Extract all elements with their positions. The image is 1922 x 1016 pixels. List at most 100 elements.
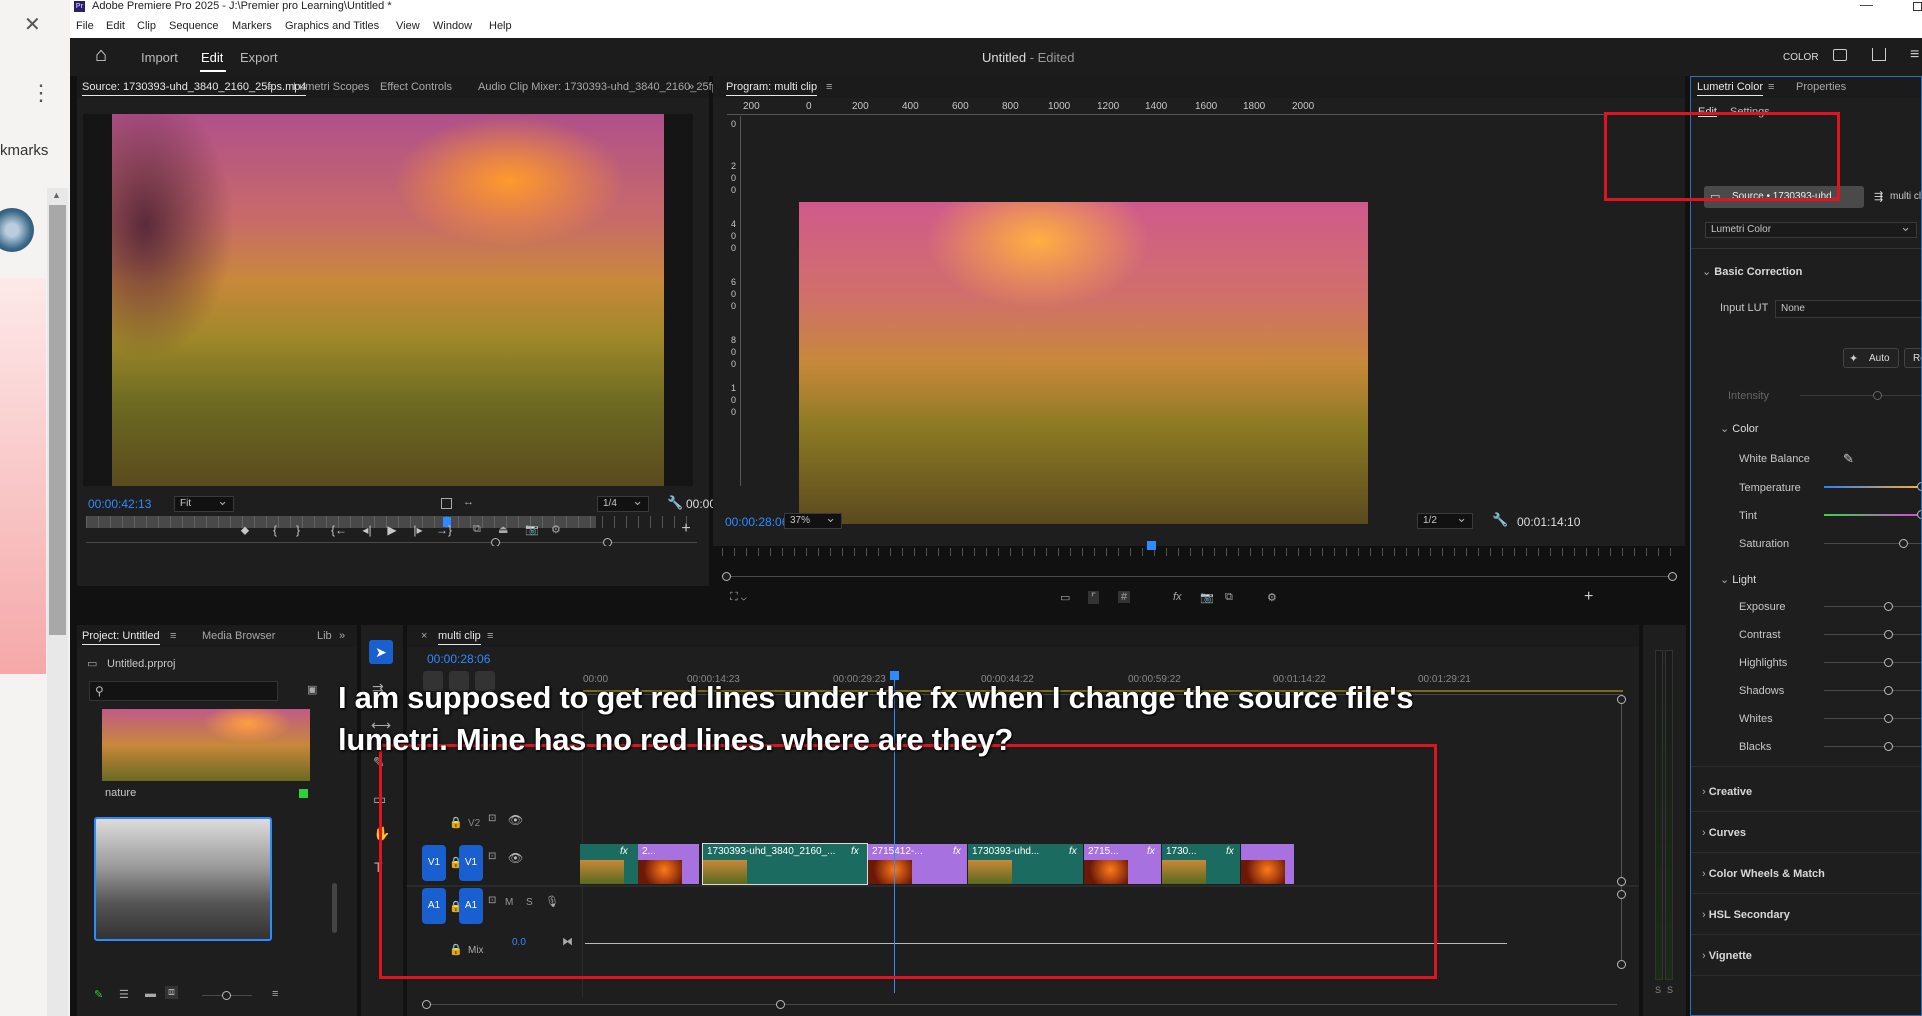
list-view-icon[interactable]: ☰ [119, 988, 129, 1001]
timeline-vscroll-handle[interactable] [1617, 695, 1626, 704]
highlights-knob[interactable] [1884, 658, 1893, 667]
tab-program[interactable]: Program: multi clip [726, 76, 818, 98]
source-settings-icon[interactable]: 🔧 [667, 495, 683, 511]
tab-lumetri-color[interactable]: Lumetri Color [1697, 76, 1764, 98]
clip-fx-badge[interactable]: fx [851, 845, 859, 859]
a1-track-target[interactable]: A1 [459, 888, 483, 924]
home-icon[interactable]: ⌂ [95, 44, 107, 67]
clip-v1-1[interactable]: fx [580, 844, 638, 884]
project-menu-icon[interactable]: ≡ [170, 625, 176, 647]
scroll-thumb[interactable] [49, 205, 66, 635]
button-editor-icon[interactable]: ⚙ [551, 523, 561, 536]
program-timeline-ruler[interactable] [722, 548, 1677, 556]
tab-properties[interactable]: Properties [1796, 76, 1846, 98]
whites-slider[interactable] [1824, 718, 1922, 719]
timeline-zoom-right-handle[interactable] [776, 1000, 785, 1009]
menu-clip[interactable]: Clip [137, 20, 156, 32]
hsl-secondary-section[interactable]: › HSL Secondary [1702, 909, 1790, 921]
scroll-up-icon[interactable]: ▲ [52, 190, 61, 200]
profile-avatar[interactable] [0, 208, 34, 252]
a1-mic-icon[interactable]: 🎙 [545, 895, 559, 908]
add-button[interactable]: + [678, 521, 694, 537]
tab-media-browser[interactable]: Media Browser [202, 625, 275, 647]
source-timecode[interactable]: 00:00:42:13 [88, 497, 151, 511]
hand-tool-icon[interactable]: ✋ [373, 825, 390, 842]
exposure-knob[interactable] [1884, 602, 1893, 611]
program-playhead[interactable] [1147, 541, 1156, 550]
menu-graphics[interactable]: Graphics and Titles [285, 20, 379, 32]
timeline-timecode[interactable]: 00:00:28:06 [427, 652, 490, 666]
a1-sync-icon[interactable]: ⊡ [488, 895, 496, 906]
program-settings-icon[interactable]: 🔧 [1492, 512, 1508, 528]
export-frame-icon[interactable]: 📷 [525, 523, 539, 536]
mix-volume-value[interactable]: 0.0 [512, 937, 526, 948]
meter-solo-right[interactable]: S [1667, 985, 1673, 995]
fx-toggle-icon[interactable]: fx [1173, 591, 1182, 603]
menu-window[interactable]: Window [433, 20, 472, 32]
input-lut-dropdown[interactable]: None [1775, 298, 1922, 318]
auto-button[interactable]: ✦ Auto [1843, 348, 1899, 368]
clip-v1-6[interactable]: 2715... fx [1084, 844, 1161, 884]
timeline-vscroll-handle[interactable] [1617, 877, 1626, 886]
freeform-view-icon[interactable]: ⧈ [165, 986, 178, 999]
go-to-in-button[interactable]: {← [329, 522, 349, 538]
tab-effect-controls[interactable]: Effect Controls [380, 76, 452, 98]
thumbnail-size-knob[interactable] [222, 991, 231, 1000]
v1-source-patch[interactable]: V1 [422, 845, 446, 881]
multicam-icon[interactable]: ⧉ [1225, 591, 1233, 604]
clip-v1-4[interactable]: 2715412-... fx [868, 844, 967, 884]
insert-icon[interactable]: ⧉ [473, 523, 481, 536]
workspace-label[interactable]: COLOR [1783, 52, 1819, 63]
clip-v1-8[interactable] [1241, 844, 1294, 884]
minimize-icon[interactable]: — [1860, 0, 1873, 12]
menu-file[interactable]: File [76, 20, 94, 32]
eyedropper-icon[interactable]: ✎ [1843, 451, 1854, 467]
program-zoom-left-handle[interactable] [722, 572, 731, 581]
safe-guides-icon[interactable]: ⌜ [1088, 591, 1100, 604]
project-search-input[interactable]: ⚲ [89, 681, 278, 701]
basic-correction-header[interactable]: ⌄ Basic Correction [1702, 265, 1802, 278]
tab-lumetri-scopes[interactable]: Lumetri Scopes [293, 76, 369, 98]
type-tool-icon[interactable]: T [374, 859, 383, 875]
project-item-bw-thumbnail[interactable] [94, 817, 272, 941]
vignette-section[interactable]: › Vignette [1702, 950, 1752, 962]
tint-knob[interactable] [1917, 510, 1922, 519]
tab-multi-clip-sequence[interactable]: multi clip [438, 625, 481, 647]
v2-eye-icon[interactable]: 👁 [508, 813, 523, 827]
overwrite-icon[interactable]: ⏏ [498, 523, 508, 536]
icon-view-icon[interactable]: ▬ [145, 988, 156, 1000]
clip-fx-badge[interactable]: fx [1147, 845, 1155, 859]
program-export-frame-icon[interactable]: 📷 [1200, 591, 1214, 604]
pencil-icon[interactable]: ✎ [94, 988, 103, 1001]
timeline-zoom-left-handle[interactable] [422, 1000, 431, 1009]
blacks-slider[interactable] [1824, 746, 1922, 747]
a1-source-patch[interactable]: A1 [422, 888, 446, 924]
play-button[interactable]: ▶ [384, 522, 400, 538]
v1-eye-icon[interactable]: 👁 [508, 851, 523, 865]
reset-button[interactable]: Reset [1904, 348, 1922, 368]
grid-icon[interactable]: # [1118, 591, 1131, 603]
curves-section[interactable]: › Curves [1702, 827, 1746, 839]
clip-v1-7[interactable]: 1730... fx [1162, 844, 1240, 884]
shadows-knob[interactable] [1884, 686, 1893, 695]
panel-menu-icon[interactable]: ≡ [1910, 46, 1919, 64]
project-item-nature-thumbnail[interactable] [102, 709, 310, 781]
blacks-knob[interactable] [1884, 742, 1893, 751]
clip-fx-badge[interactable]: fx [1069, 845, 1077, 859]
step-back-button[interactable]: ◂| [357, 522, 377, 538]
timeline-vscroll-handle[interactable] [1617, 890, 1626, 899]
selection-tool-icon[interactable]: ➤ [369, 640, 393, 664]
program-add-button[interactable]: + [1584, 588, 1593, 606]
contrast-knob[interactable] [1884, 630, 1893, 639]
clip-v1-3-selected[interactable]: 1730393-uhd_3840_2160_... fx [702, 843, 868, 885]
timeline-vscroll[interactable] [1621, 700, 1622, 960]
meter-solo-left[interactable]: S [1655, 985, 1661, 995]
source-clip-chip[interactable]: ▭ Source • 1730393-uhd... [1704, 186, 1864, 208]
label-color-swatch[interactable] [299, 789, 308, 798]
menu-help[interactable]: Help [489, 20, 512, 32]
quick-export-icon[interactable] [1872, 48, 1886, 61]
tab-audio-clip-mixer[interactable]: Audio Clip Mixer: 1730393-uhd_3840_2160_… [478, 76, 735, 98]
clip-v1-2[interactable]: 2... [638, 844, 699, 884]
drag-icon[interactable]: ↔ [463, 496, 474, 508]
sort-icon[interactable]: ≡ [272, 988, 278, 1000]
